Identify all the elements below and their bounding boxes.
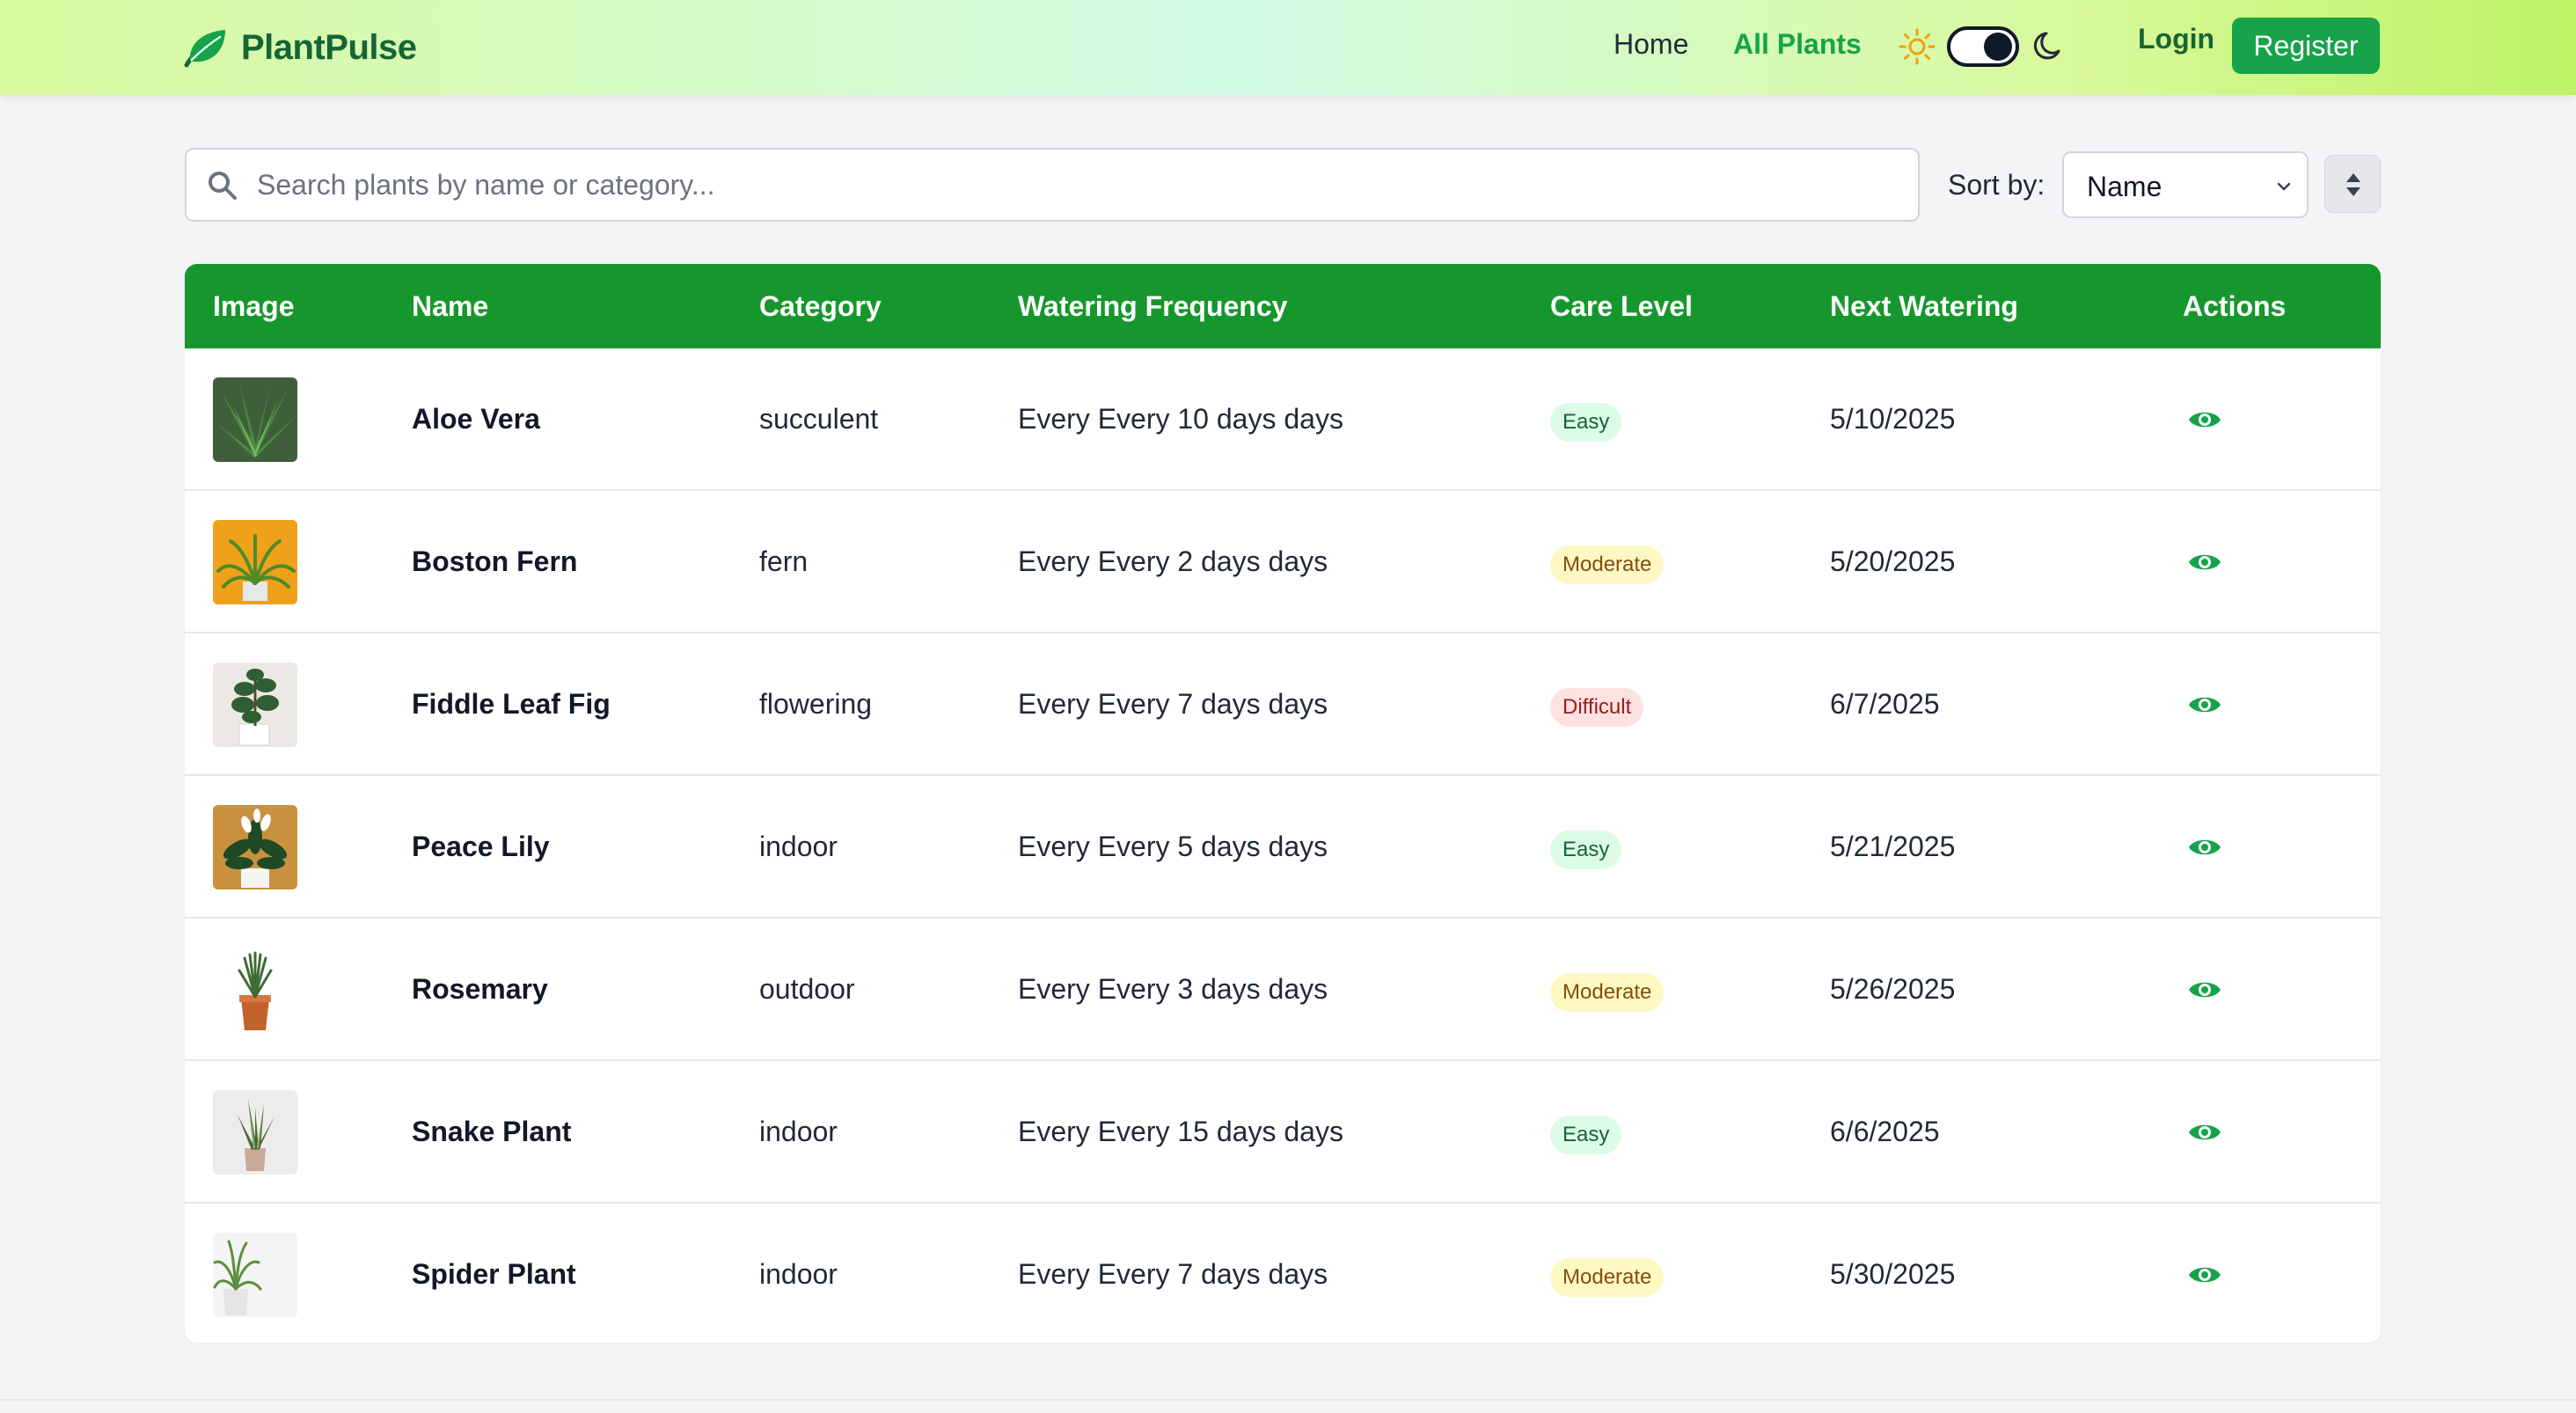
table-row: Rosemary outdoor Every Every 3 days days… bbox=[185, 919, 2381, 1061]
plant-watering-frequency: Every Every 15 days days bbox=[1018, 1116, 1343, 1147]
care-level-badge: Moderate bbox=[1550, 545, 1665, 584]
eye-icon bbox=[2189, 839, 2221, 855]
plant-thumbnail bbox=[213, 805, 297, 890]
register-button[interactable]: Register bbox=[2232, 18, 2380, 74]
sun-icon bbox=[1899, 28, 1936, 65]
table-row: Snake Plant indoor Every Every 15 days d… bbox=[185, 1061, 2381, 1204]
header-image: Image bbox=[213, 290, 295, 322]
brand-name: PlantPulse bbox=[241, 27, 417, 67]
plant-next-watering: 5/10/2025 bbox=[1830, 403, 1956, 435]
care-level-badge: Moderate bbox=[1550, 973, 1665, 1012]
eye-icon bbox=[2189, 1267, 2221, 1283]
plant-category: fern bbox=[759, 545, 809, 577]
plant-thumbnail bbox=[213, 1090, 297, 1175]
leaf-icon bbox=[184, 30, 225, 68]
care-level-badge: Easy bbox=[1550, 1116, 1622, 1154]
plant-category: indoor bbox=[759, 831, 838, 862]
table-row: Aloe Vera succulent Every Every 10 days … bbox=[185, 348, 2381, 491]
view-plant-button[interactable] bbox=[2187, 406, 2222, 433]
nav-home-link[interactable]: Home bbox=[1614, 28, 1688, 61]
footer-divider bbox=[0, 1399, 2576, 1401]
plant-thumbnail bbox=[213, 663, 297, 747]
plant-name: Spider Plant bbox=[412, 1258, 576, 1290]
table-row: Spider Plant indoor Every Every 7 days d… bbox=[185, 1204, 2381, 1343]
plant-next-watering: 5/30/2025 bbox=[1830, 1258, 1956, 1290]
theme-toggle[interactable] bbox=[1947, 26, 2019, 67]
login-button[interactable]: Login bbox=[2138, 23, 2214, 55]
plant-thumbnail bbox=[213, 520, 297, 604]
plant-watering-frequency: Every Every 7 days days bbox=[1018, 1258, 1328, 1290]
care-level-badge: Difficult bbox=[1550, 688, 1644, 727]
plant-name: Fiddle Leaf Fig bbox=[412, 688, 611, 720]
header-name: Name bbox=[412, 290, 489, 322]
plant-category: indoor bbox=[759, 1116, 838, 1147]
header-watering-frequency: Watering Frequency bbox=[1018, 290, 1288, 322]
sort-selected-value: Name bbox=[2087, 171, 2163, 202]
plant-next-watering: 6/6/2025 bbox=[1830, 1116, 1940, 1147]
plant-watering-frequency: Every Every 3 days days bbox=[1018, 973, 1328, 1005]
care-level-badge: Easy bbox=[1550, 403, 1622, 442]
plant-next-watering: 5/26/2025 bbox=[1830, 973, 1956, 1005]
header-next-watering: Next Watering bbox=[1830, 290, 2018, 322]
view-plant-button[interactable] bbox=[2187, 692, 2222, 718]
plants-table: Image Name Category Watering Frequency C… bbox=[185, 264, 2381, 1343]
moon-icon bbox=[2033, 32, 2060, 60]
eye-icon bbox=[2189, 697, 2221, 713]
nav-all-plants-link[interactable]: All Plants bbox=[1733, 28, 1862, 61]
sort-select[interactable]: Name bbox=[2062, 151, 2309, 218]
sort-label: Sort by: bbox=[1948, 169, 2045, 201]
brand-logo[interactable]: PlantPulse bbox=[183, 26, 417, 69]
view-plant-button[interactable] bbox=[2187, 1262, 2222, 1288]
header-care-level: Care Level bbox=[1550, 290, 1693, 322]
plant-name: Boston Fern bbox=[412, 545, 578, 577]
plant-category: succulent bbox=[759, 403, 879, 435]
care-level-badge: Easy bbox=[1550, 831, 1622, 869]
header-actions: Actions bbox=[2183, 290, 2287, 322]
table-header: Image Name Category Watering Frequency C… bbox=[185, 264, 2381, 348]
eye-icon bbox=[2189, 554, 2221, 570]
plant-next-watering: 5/20/2025 bbox=[1830, 545, 1956, 577]
plant-watering-frequency: Every Every 10 days days bbox=[1018, 403, 1343, 435]
plant-next-watering: 6/7/2025 bbox=[1830, 688, 1940, 720]
plant-name: Rosemary bbox=[412, 973, 548, 1005]
search-box bbox=[185, 148, 1920, 222]
navbar: PlantPulse Home All Plants Login Registe… bbox=[0, 0, 2576, 95]
eye-icon bbox=[2189, 412, 2221, 428]
plant-name: Peace Lily bbox=[412, 831, 550, 862]
view-plant-button[interactable] bbox=[2187, 977, 2222, 1003]
sort-direction-button[interactable] bbox=[2324, 155, 2381, 213]
sort-icon bbox=[2346, 173, 2360, 196]
plant-name: Snake Plant bbox=[412, 1116, 572, 1147]
view-plant-button[interactable] bbox=[2187, 1119, 2222, 1146]
care-level-badge: Moderate bbox=[1550, 1258, 1665, 1297]
plant-category: flowering bbox=[759, 688, 873, 720]
plant-category: outdoor bbox=[759, 973, 855, 1005]
plant-category: indoor bbox=[759, 1258, 838, 1290]
toggle-knob bbox=[1984, 33, 2012, 61]
plant-watering-frequency: Every Every 5 days days bbox=[1018, 831, 1328, 862]
chevron-down-icon bbox=[2277, 182, 2291, 191]
table-row: Boston Fern fern Every Every 2 days days… bbox=[185, 491, 2381, 633]
eye-icon bbox=[2189, 982, 2221, 998]
header-category: Category bbox=[759, 290, 882, 322]
view-plant-button[interactable] bbox=[2187, 834, 2222, 860]
plant-next-watering: 5/21/2025 bbox=[1830, 831, 1956, 862]
view-plant-button[interactable] bbox=[2187, 549, 2222, 575]
table-row: Fiddle Leaf Fig flowering Every Every 7 … bbox=[185, 633, 2381, 776]
plant-watering-frequency: Every Every 2 days days bbox=[1018, 545, 1328, 577]
eye-icon bbox=[2189, 1124, 2221, 1140]
table-row: Peace Lily indoor Every Every 5 days day… bbox=[185, 776, 2381, 919]
plant-thumbnail bbox=[213, 1233, 297, 1317]
plant-thumbnail bbox=[213, 948, 297, 1032]
plant-name: Aloe Vera bbox=[412, 403, 540, 435]
search-input[interactable] bbox=[257, 158, 1893, 211]
plant-watering-frequency: Every Every 7 days days bbox=[1018, 688, 1328, 720]
plant-thumbnail bbox=[213, 377, 297, 462]
search-icon bbox=[209, 172, 237, 200]
